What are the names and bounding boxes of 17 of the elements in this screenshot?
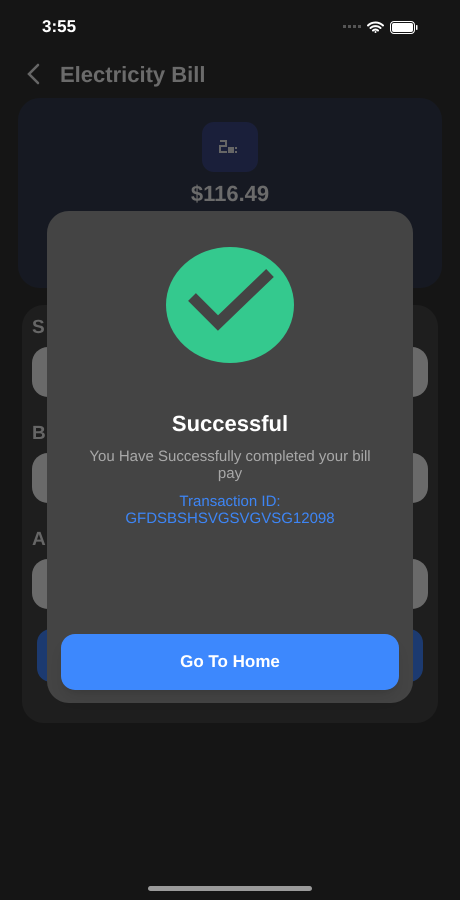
signal-icon [343, 25, 361, 29]
transaction-id: GFDSBSHSVGSVGVSG12098 [125, 510, 335, 527]
status-time: 3:55 [42, 16, 76, 38]
field-label: S [32, 316, 45, 340]
dialog-message: You Have Successfully completed your bill pay [88, 448, 372, 482]
field-label: B [32, 422, 46, 446]
go-home-button[interactable]: Go To Home [61, 634, 399, 690]
back-icon[interactable] [26, 63, 40, 85]
transaction-label: Transaction ID: [179, 493, 281, 510]
bill-icon [202, 122, 258, 172]
dialog-title: Successful [172, 410, 288, 438]
page-title: Electricity Bill [60, 60, 206, 89]
battery-icon [390, 20, 418, 34]
bill-amount: $116.49 [190, 182, 270, 206]
field-label: A [32, 528, 46, 552]
check-circle-icon [166, 247, 294, 363]
wifi-icon [367, 21, 384, 33]
